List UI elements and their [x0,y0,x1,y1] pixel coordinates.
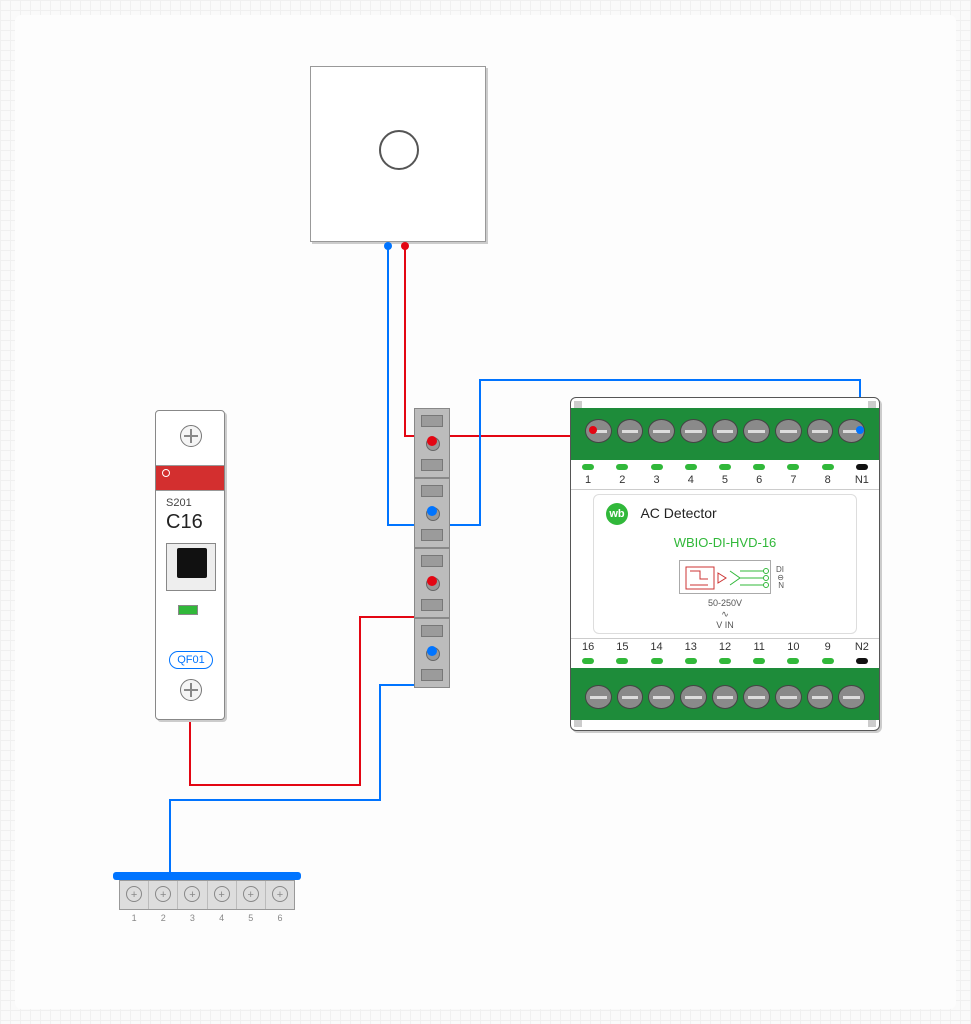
din-slot [421,669,443,681]
terminal-label: N1 [845,460,879,489]
terminal-screw[interactable] [585,685,612,709]
din-hole [426,507,440,521]
optocoupler-schematic-icon: DI ⊖ N [679,560,771,594]
breaker-series-label: S201 [166,497,192,509]
voltage-range-label: 50-250V ∿ V IN [606,598,844,630]
terminal-screw[interactable] [838,419,865,443]
terminal-label: 16 [571,639,605,668]
terminal-label: 9 [811,639,845,668]
breaker-brand-band [156,465,224,491]
din-slot [421,459,443,471]
terminal-label: 7 [776,460,810,489]
din-terminal-1 [414,408,450,478]
terminal-label: 13 [674,639,708,668]
breaker-switch[interactable] [166,543,216,591]
terminal-screw[interactable] [743,419,770,443]
terminal-row-bottom [585,684,865,710]
neutral-bus-bar: + + + + + + [113,872,301,916]
busbar-terminal[interactable]: + [208,881,237,909]
terminal-screw[interactable] [680,419,707,443]
terminal-screw[interactable] [775,419,802,443]
wbio-module: 1 2 3 4 5 6 7 8 N1 wb AC Detector WBIO-D… [570,397,880,731]
ac-symbol: ∿ [721,609,729,619]
breaker-screw-bottom [180,679,202,701]
din-slot [421,485,443,497]
terminal-labels-bottom: 16 15 14 13 12 11 10 9 N2 [571,638,879,668]
din-hole [426,577,440,591]
terminal-label: 5 [708,460,742,489]
din-hole [426,437,440,451]
terminal-screw[interactable] [617,685,644,709]
breaker-toggle[interactable] [177,548,207,578]
din-slot [421,415,443,427]
module-faceplate: wb AC Detector WBIO-DI-HVD-16 DI ⊖ N 50- [593,494,857,634]
module-model: WBIO-DI-HVD-16 [606,535,844,550]
din-terminal-2 [414,478,450,548]
breaker-status-led [178,605,198,615]
push-button[interactable] [379,130,419,170]
opto-label-n: N [778,581,784,590]
terminal-screw[interactable] [617,419,644,443]
voltage-range-value: 50-250V [708,598,742,608]
terminal-screw[interactable] [648,419,675,443]
busbar-terminal[interactable]: + [149,881,178,909]
terminal-screw[interactable] [807,685,834,709]
busbar-cap [113,872,301,880]
breaker-rating-label: C16 [166,511,203,534]
terminal-label: N2 [845,639,879,668]
terminal-label: 6 [742,460,776,489]
terminal-screw[interactable] [648,685,675,709]
breaker-tag: QF01 [169,651,213,669]
module-title: AC Detector [640,505,716,521]
terminal-label: 15 [605,639,639,668]
terminal-label: 2 [605,460,639,489]
terminal-screw[interactable] [680,685,707,709]
terminal-screw[interactable] [712,685,739,709]
terminal-screw[interactable] [585,419,612,443]
busbar-terminal[interactable]: + [120,881,149,909]
terminal-label: 3 [639,460,673,489]
push-button-switch [310,66,486,242]
terminal-screw[interactable] [712,419,739,443]
din-slot [421,625,443,637]
terminal-label: 8 [811,460,845,489]
din-terminal-column [414,408,450,688]
terminal-row-top [585,418,865,444]
din-hole [426,647,440,661]
terminal-label: 11 [742,639,776,668]
din-terminal-3 [414,548,450,618]
busbar-terminal[interactable]: + [266,881,294,909]
terminal-label: 12 [708,639,742,668]
terminal-screw[interactable] [775,685,802,709]
din-terminal-4 [414,618,450,688]
terminal-screw[interactable] [838,685,865,709]
busbar-terminal[interactable]: + [237,881,266,909]
wb-logo: wb [606,503,628,525]
terminal-screw[interactable] [743,685,770,709]
terminal-screw[interactable] [807,419,834,443]
din-slot [421,555,443,567]
vin-label: V IN [716,620,734,630]
busbar-body: + + + + + + [119,880,295,910]
busbar-terminal[interactable]: + [178,881,207,909]
breaker-screw-top [180,425,202,447]
terminal-label: 4 [674,460,708,489]
terminal-label: 14 [639,639,673,668]
din-slot [421,599,443,611]
circuit-breaker: S201 C16 QF01 [155,410,225,720]
terminal-labels-top: 1 2 3 4 5 6 7 8 N1 [571,460,879,490]
terminal-label: 1 [571,460,605,489]
din-slot [421,529,443,541]
terminal-label: 10 [776,639,810,668]
